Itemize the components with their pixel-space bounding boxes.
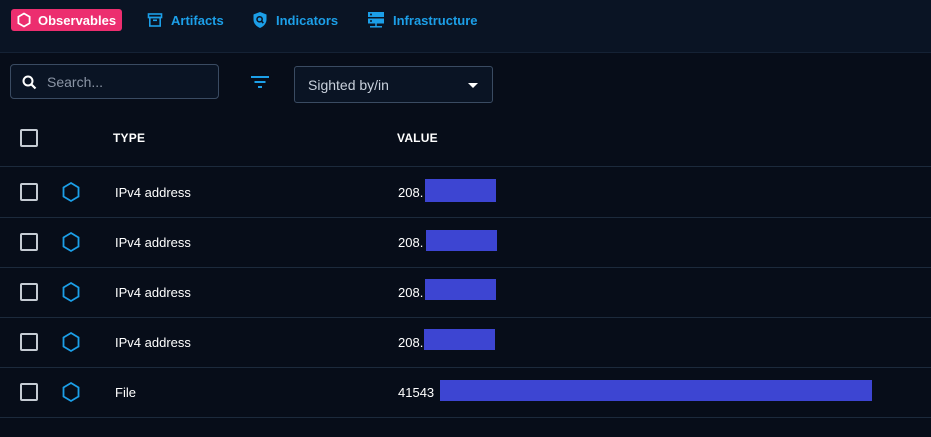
tab-infrastructure[interactable]: Infrastructure bbox=[367, 8, 478, 32]
table-row[interactable]: IPv4 address 208. bbox=[0, 217, 931, 268]
redaction-block bbox=[425, 179, 496, 202]
row-type: IPv4 address bbox=[115, 285, 191, 300]
row-type: IPv4 address bbox=[115, 335, 191, 350]
sighted-by-value: Sighted by/in bbox=[308, 77, 389, 93]
filter-icon bbox=[251, 76, 269, 88]
hexagon-icon bbox=[62, 381, 80, 403]
search-input[interactable] bbox=[47, 65, 212, 98]
server-icon bbox=[368, 12, 384, 28]
search-icon bbox=[22, 75, 37, 90]
entity-tab-bar: Observables Artifacts Indicators Infrast… bbox=[0, 0, 931, 53]
hexagon-icon bbox=[17, 12, 31, 28]
row-checkbox[interactable] bbox=[20, 183, 38, 201]
redaction-block bbox=[440, 380, 872, 401]
table-row[interactable]: IPv4 address 208. bbox=[0, 167, 931, 218]
table-row[interactable]: IPv4 address 208. bbox=[0, 267, 931, 318]
redaction-block bbox=[426, 230, 497, 251]
row-value[interactable]: 208. bbox=[398, 235, 423, 250]
tab-label: Indicators bbox=[276, 12, 339, 28]
hexagon-icon bbox=[62, 281, 80, 303]
row-type: IPv4 address bbox=[115, 185, 191, 200]
sighted-by-select[interactable]: Sighted by/in bbox=[294, 66, 493, 103]
tab-label: Artifacts bbox=[171, 12, 224, 28]
tab-indicators[interactable]: Indicators bbox=[252, 8, 338, 32]
table-row[interactable]: File 41543 bbox=[0, 367, 931, 418]
chevron-down-icon bbox=[468, 83, 478, 88]
row-value[interactable]: 208. bbox=[398, 185, 423, 200]
row-checkbox[interactable] bbox=[20, 283, 38, 301]
row-checkbox[interactable] bbox=[20, 383, 38, 401]
archive-icon bbox=[147, 13, 163, 27]
row-checkbox[interactable] bbox=[20, 333, 38, 351]
filter-button[interactable] bbox=[246, 70, 274, 94]
redaction-block bbox=[425, 279, 496, 300]
row-type: IPv4 address bbox=[115, 235, 191, 250]
row-type: File bbox=[115, 385, 136, 400]
column-header-type[interactable]: TYPE bbox=[113, 131, 145, 145]
column-header-value[interactable]: VALUE bbox=[397, 131, 438, 145]
row-value[interactable]: 208. bbox=[398, 335, 423, 350]
table-row[interactable]: IPv4 address 208. bbox=[0, 317, 931, 368]
hexagon-icon bbox=[62, 331, 80, 353]
select-all-checkbox[interactable] bbox=[20, 129, 38, 147]
row-value[interactable]: 41543 bbox=[398, 385, 434, 400]
row-value[interactable]: 208. bbox=[398, 285, 423, 300]
tab-label: Infrastructure bbox=[393, 12, 478, 28]
tab-observables[interactable]: Observables bbox=[11, 9, 123, 31]
row-checkbox[interactable] bbox=[20, 233, 38, 251]
hexagon-icon bbox=[62, 181, 80, 203]
tab-label: Observables bbox=[38, 12, 117, 28]
redaction-block bbox=[424, 329, 495, 350]
hexagon-icon bbox=[62, 231, 80, 253]
shield-search-icon bbox=[253, 12, 267, 28]
tab-artifacts[interactable]: Artifacts bbox=[147, 8, 224, 32]
search-box bbox=[10, 64, 219, 99]
